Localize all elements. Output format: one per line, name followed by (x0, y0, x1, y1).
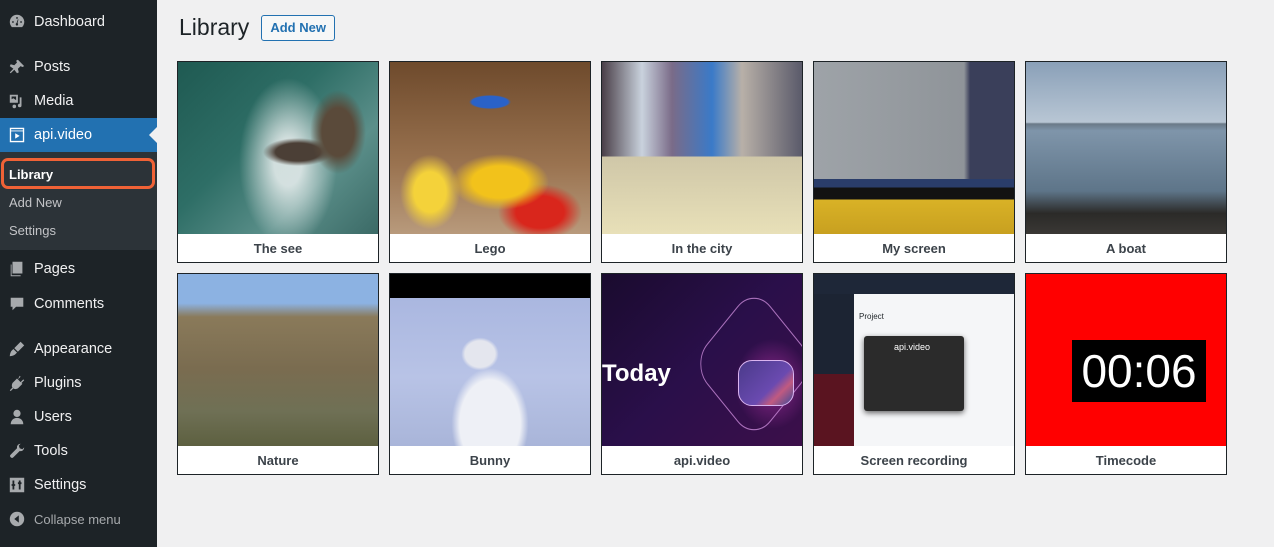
media-icon (7, 91, 27, 111)
video-thumbnail[interactable] (390, 62, 590, 234)
video-title: Bunny (469, 452, 511, 468)
menu-dashboard-label: Dashboard (34, 14, 105, 30)
menu-media-label: Media (34, 93, 74, 109)
submenu-library[interactable]: Library (9, 167, 53, 182)
video-thumbnail[interactable] (1026, 62, 1226, 234)
thumbnail-text: api.video (894, 342, 931, 352)
video-thumbnail[interactable]: 00:06 (1026, 274, 1226, 446)
thumbnail-heading: Project (859, 312, 884, 321)
video-title: My screen (882, 240, 946, 256)
thumbnail-dialog: api.video (864, 336, 964, 411)
menu-comments-label: Comments (34, 296, 105, 312)
menu-media[interactable]: Media (0, 84, 157, 118)
menu-posts[interactable]: Posts (0, 50, 157, 84)
menu-api-video-label: api.video (34, 127, 93, 143)
menu-posts-label: Posts (34, 59, 71, 75)
video-card[interactable]: 00:06 Timecode (1025, 273, 1227, 475)
page-header: Library Add New (179, 14, 335, 41)
video-thumbnail[interactable] (178, 274, 378, 446)
brush-icon (7, 339, 27, 359)
video-card[interactable]: Lego (389, 61, 591, 263)
video-thumbnail[interactable] (602, 62, 802, 234)
video-thumbnail[interactable] (390, 274, 590, 446)
menu-pages[interactable]: Pages (0, 252, 157, 286)
menu-appearance-label: Appearance (34, 341, 113, 357)
plugin-icon (7, 373, 27, 393)
video-card[interactable]: A boat (1025, 61, 1227, 263)
timecode-display: 00:06 (1072, 340, 1206, 402)
menu-plugins[interactable]: Plugins (0, 366, 157, 400)
api-video-submenu: Library Add New Settings (0, 152, 157, 250)
menu-tools[interactable]: Tools (0, 434, 157, 468)
video-card[interactable]: Project api.video Screen recording (813, 273, 1015, 475)
thumbnail-panel (814, 374, 854, 446)
video-title: Lego (474, 240, 506, 256)
admin-sidebar: Dashboard Posts Media api.video Library … (0, 0, 157, 547)
api-video-logo-inner (738, 360, 794, 406)
video-title: The see (253, 240, 303, 256)
video-title: api.video (673, 452, 731, 468)
video-title: Timecode (1095, 452, 1157, 468)
wrench-icon (7, 441, 27, 461)
menu-comments[interactable]: Comments (0, 287, 157, 321)
video-card[interactable]: The see (177, 61, 379, 263)
video-thumbnail[interactable] (814, 62, 1014, 234)
menu-settings[interactable]: Settings (0, 468, 157, 502)
page-title: Library (179, 14, 250, 40)
video-title: In the city (671, 240, 733, 256)
thumbnail-text: Today (602, 360, 671, 387)
submenu-add-new[interactable]: Add New (9, 195, 62, 210)
menu-users[interactable]: Users (0, 400, 157, 434)
sliders-icon (7, 475, 27, 495)
menu-dashboard[interactable]: Dashboard (0, 5, 157, 39)
menu-pages-label: Pages (34, 261, 76, 277)
add-new-button[interactable]: Add New (261, 14, 335, 41)
comment-icon (7, 294, 27, 314)
video-icon (7, 125, 27, 145)
video-card[interactable]: My screen (813, 61, 1015, 263)
collapse-arrow-icon (7, 509, 27, 529)
video-thumbnail[interactable] (178, 62, 378, 234)
submenu-settings[interactable]: Settings (9, 223, 56, 238)
main-content: Library Add New The see Lego In the city… (157, 0, 1274, 547)
menu-settings-label: Settings (34, 477, 87, 493)
dashboard-icon (7, 12, 27, 32)
video-card[interactable]: In the city (601, 61, 803, 263)
video-grid: The see Lego In the city My screen A boa… (177, 61, 1227, 475)
menu-tools-label: Tools (34, 443, 68, 459)
menu-plugins-label: Plugins (34, 375, 82, 391)
user-icon (7, 407, 27, 427)
video-thumbnail[interactable]: Project api.video (814, 274, 1014, 446)
pages-icon (7, 259, 27, 279)
menu-appearance[interactable]: Appearance (0, 332, 157, 366)
video-title: A boat (1106, 240, 1146, 256)
pin-icon (7, 57, 27, 77)
video-thumbnail[interactable]: Today (602, 274, 802, 446)
thumbnail-browser-bar (814, 274, 1014, 294)
collapse-menu-button[interactable]: Collapse menu (0, 502, 157, 536)
video-title: Nature (257, 452, 299, 468)
video-card[interactable]: Bunny (389, 273, 591, 475)
video-card[interactable]: Today api.video (601, 273, 803, 475)
menu-api-video[interactable]: api.video (0, 118, 157, 152)
video-card[interactable]: Nature (177, 273, 379, 475)
video-title: Screen recording (860, 452, 968, 468)
menu-users-label: Users (34, 409, 72, 425)
collapse-menu-label: Collapse menu (34, 511, 121, 527)
